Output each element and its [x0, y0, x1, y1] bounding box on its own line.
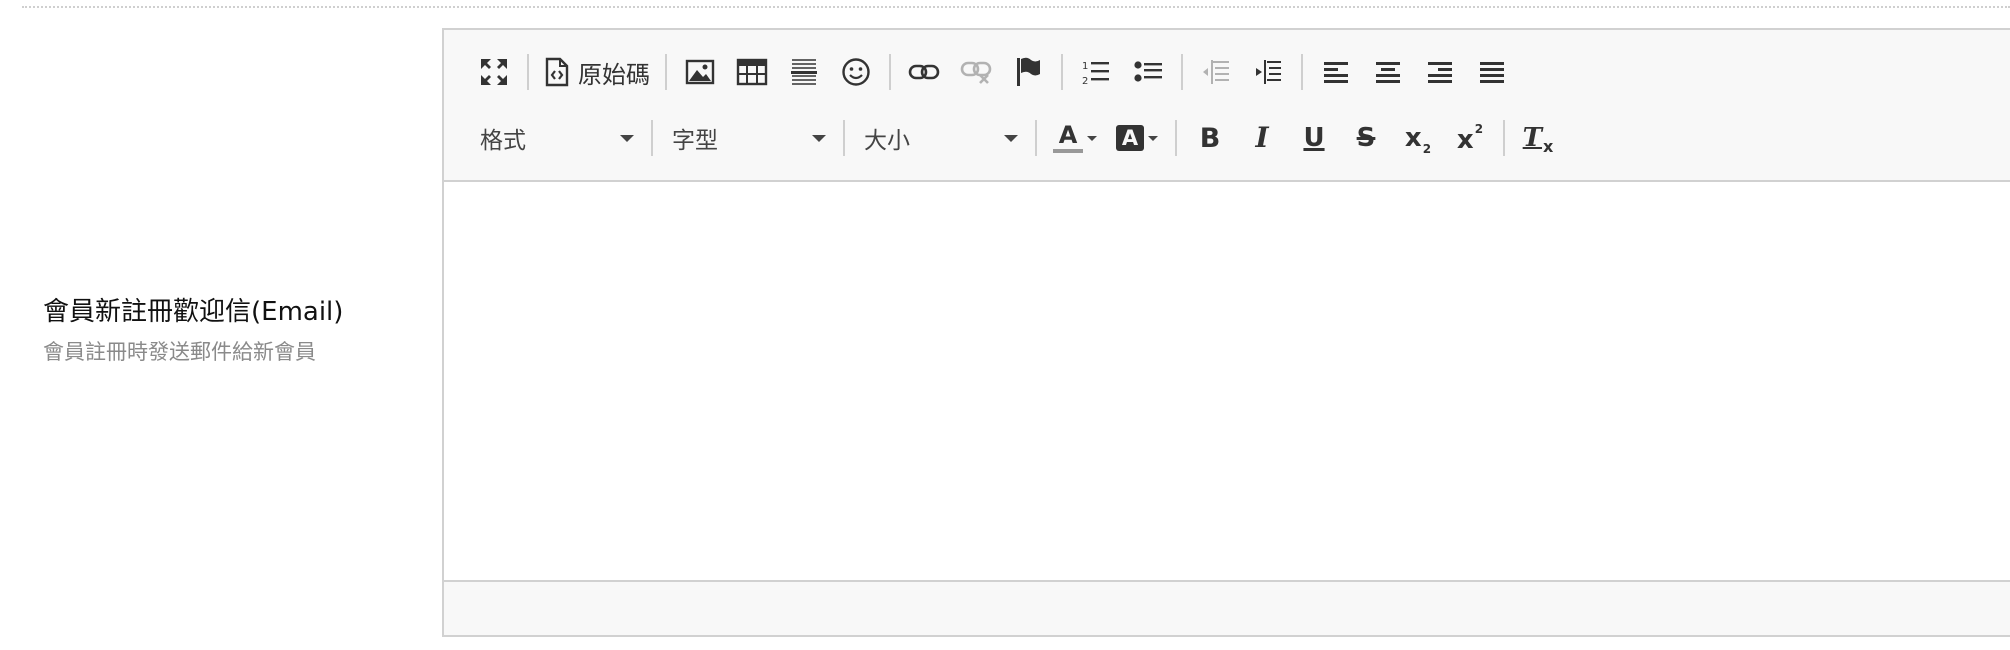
outdent-button[interactable]	[1193, 49, 1239, 95]
toolbar-separator	[665, 54, 667, 90]
text-color-icon: A	[1053, 123, 1083, 153]
insert-smiley-button[interactable]	[833, 49, 879, 95]
field-label: 會員新註冊歡迎信(Email) 會員註冊時發送郵件給新會員	[43, 294, 423, 368]
toolbar-separator	[889, 54, 891, 90]
background-color-glyph: A	[1121, 125, 1139, 150]
field-title: 會員新註冊歡迎信(Email)	[43, 297, 344, 327]
bold-icon: B	[1199, 122, 1221, 154]
horizontal-line-icon	[791, 59, 817, 85]
outdent-icon	[1203, 60, 1229, 84]
italic-button[interactable]: I	[1239, 115, 1285, 161]
subscript-mark: 2	[1422, 142, 1432, 156]
font-dropdown-label: 字型	[672, 128, 718, 154]
remove-format-glyph: T	[1522, 123, 1543, 153]
subscript-button[interactable]: x 2	[1395, 115, 1441, 161]
insert-table-button[interactable]	[729, 49, 775, 95]
superscript-icon: x 2	[1457, 123, 1483, 153]
size-dropdown[interactable]: 大小	[852, 115, 1028, 161]
toolbar-separator	[1035, 120, 1037, 156]
insert-link-button[interactable]	[901, 49, 947, 95]
source-code-label: 原始碼	[578, 60, 650, 89]
svg-text:1: 1	[1082, 61, 1088, 72]
editor-status-bar	[444, 580, 2010, 635]
toolbar-row-1: 原始碼 1 2	[468, 44, 1518, 100]
maximize-icon	[481, 59, 507, 85]
align-right-icon	[1428, 62, 1452, 83]
toolbar-separator	[1175, 120, 1177, 156]
toolbar-row-2: 格式 字型 大小 A A B I U S x 2 x 2 T x	[468, 110, 1564, 166]
table-icon	[736, 58, 768, 86]
toolbar-separator	[1503, 120, 1505, 156]
align-right-button[interactable]	[1417, 49, 1463, 95]
toolbar-separator	[1061, 54, 1063, 90]
chevron-down-icon	[812, 134, 826, 142]
editor-toolbar: 原始碼 1 2 格式 字型 大小 A A B I U S x 2 x 2 T x	[444, 30, 2010, 182]
font-dropdown[interactable]: 字型	[660, 115, 836, 161]
subscript-glyph: x	[1404, 123, 1422, 153]
unlink-button[interactable]	[953, 49, 999, 95]
remove-format-button[interactable]: T x	[1515, 115, 1561, 161]
toolbar-separator	[1301, 54, 1303, 90]
toolbar-separator	[527, 54, 529, 90]
text-color-button[interactable]: A	[1047, 115, 1103, 161]
chevron-down-icon	[1004, 134, 1018, 142]
align-left-button[interactable]	[1313, 49, 1359, 95]
align-justify-icon	[1480, 62, 1504, 83]
anchor-button[interactable]	[1005, 49, 1051, 95]
size-dropdown-label: 大小	[864, 128, 910, 154]
bold-button[interactable]: B	[1187, 115, 1233, 161]
superscript-glyph: x	[1456, 125, 1474, 155]
editor-content-area[interactable]	[444, 182, 2010, 582]
toolbar-separator	[843, 120, 845, 156]
underline-icon: U	[1303, 123, 1325, 153]
svg-text:2: 2	[1082, 76, 1088, 86]
flag-icon	[1017, 57, 1040, 86]
strikethrough-icon: S	[1356, 123, 1376, 153]
link-icon	[908, 64, 940, 80]
italic-icon: I	[1255, 121, 1269, 154]
rich-text-editor: 原始碼 1 2 格式 字型 大小 A A B I U S x 2 x 2 T x	[442, 28, 2010, 637]
bulleted-list-button[interactable]	[1125, 49, 1171, 95]
chevron-down-icon	[620, 134, 634, 142]
text-color-glyph: A	[1058, 121, 1078, 149]
superscript-mark: 2	[1474, 122, 1484, 136]
source-code-icon	[545, 57, 569, 87]
image-icon	[685, 59, 715, 85]
indent-icon	[1256, 60, 1281, 84]
align-center-icon	[1376, 62, 1400, 83]
source-code-button[interactable]: 原始碼	[539, 49, 655, 95]
bulleted-list-icon	[1134, 61, 1162, 82]
smiley-icon	[842, 58, 870, 86]
format-dropdown-label: 格式	[480, 128, 526, 154]
unlink-icon	[960, 61, 992, 84]
maximize-button[interactable]	[471, 49, 517, 95]
superscript-button[interactable]: x 2	[1447, 115, 1493, 161]
numbered-list-icon: 1 2	[1082, 61, 1109, 86]
toolbar-separator	[651, 120, 653, 156]
align-justify-button[interactable]	[1469, 49, 1515, 95]
remove-format-icon: T x	[1522, 123, 1554, 155]
subscript-icon: x 2	[1404, 123, 1431, 155]
chevron-down-icon	[1148, 135, 1158, 141]
underline-button[interactable]: U	[1291, 115, 1337, 161]
background-color-icon: A	[1116, 125, 1144, 151]
format-dropdown[interactable]: 格式	[468, 115, 644, 161]
indent-button[interactable]	[1245, 49, 1291, 95]
align-center-button[interactable]	[1365, 49, 1411, 95]
strikethrough-button[interactable]: S	[1343, 115, 1389, 161]
chevron-down-icon	[1087, 135, 1097, 141]
text-color-bar	[1053, 149, 1083, 153]
numbered-list-button[interactable]: 1 2	[1073, 49, 1119, 95]
background-color-button[interactable]: A	[1109, 115, 1165, 161]
top-dotted-divider	[22, 6, 2010, 8]
remove-format-mark: x	[1543, 137, 1554, 156]
toolbar-separator	[1181, 54, 1183, 90]
insert-image-button[interactable]	[677, 49, 723, 95]
field-description: 會員註冊時發送郵件給新會員	[43, 340, 316, 364]
align-left-icon	[1324, 62, 1348, 83]
horizontal-line-button[interactable]	[781, 49, 827, 95]
